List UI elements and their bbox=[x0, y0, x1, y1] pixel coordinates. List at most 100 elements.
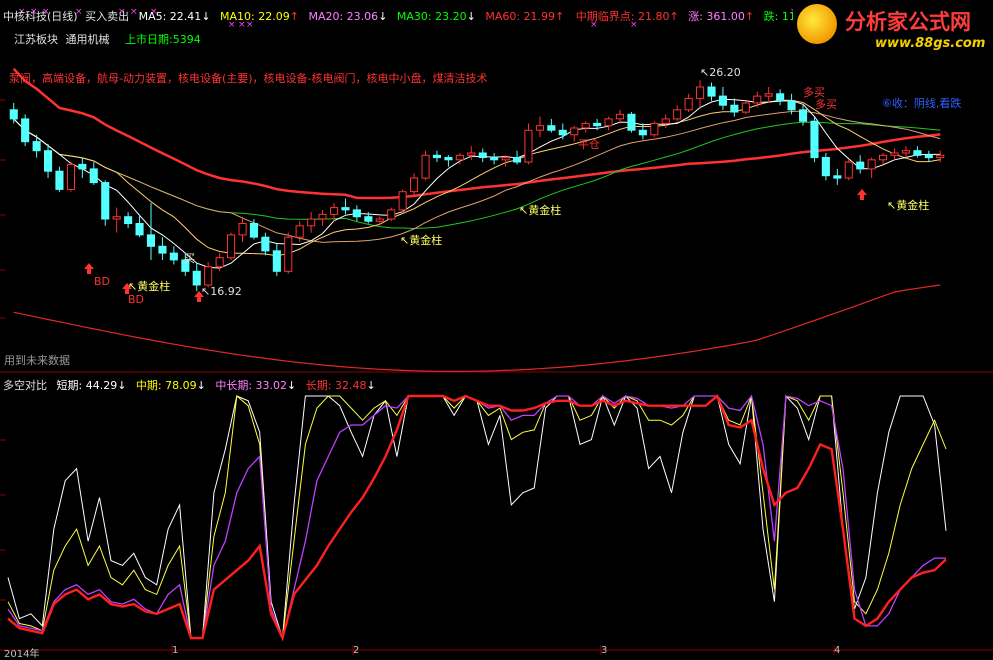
candle-body bbox=[753, 95, 762, 104]
ma30-line bbox=[13, 118, 941, 230]
short-arrow: ↓ bbox=[117, 379, 127, 392]
candle-body bbox=[238, 223, 247, 236]
candle-body bbox=[467, 152, 476, 156]
candle-body bbox=[581, 122, 590, 129]
listing-label: 上市日期:5394 bbox=[125, 33, 201, 46]
sector-label: 江苏板块 bbox=[14, 33, 58, 46]
buy-arrow-icon bbox=[84, 263, 94, 274]
signal-note: ⑥收：阴线,看跌 bbox=[882, 97, 962, 110]
candle-body bbox=[615, 113, 625, 120]
candle-body bbox=[307, 218, 316, 227]
candle-body bbox=[810, 120, 819, 159]
ma30-arrow: ↓ bbox=[466, 10, 476, 23]
candle-body bbox=[21, 118, 30, 143]
candle-body bbox=[535, 125, 545, 131]
candle-body bbox=[192, 270, 201, 286]
candle-body bbox=[867, 159, 876, 170]
gold-bar-label-1: ↖黄金柱 bbox=[128, 278, 170, 294]
candle-body bbox=[627, 113, 636, 131]
price-chart: ×××××××××××××××××× bbox=[0, 7, 993, 655]
lower-pane-header: 多空对比 短期: 44.29↓ 中期: 78.09↓ 中长期: 33.02↓ 长… bbox=[3, 377, 376, 393]
candle-body bbox=[924, 154, 933, 159]
candle-body bbox=[444, 157, 453, 161]
midlong-term-value: 中长期: 33.02 bbox=[215, 379, 288, 392]
logo-icon bbox=[797, 4, 837, 44]
rise-arrow: ↑ bbox=[744, 10, 755, 23]
candle-body bbox=[558, 129, 567, 136]
buy-signal: 买 bbox=[184, 252, 195, 265]
candle-body bbox=[375, 218, 384, 222]
concept-tags: 泵阀，高端设备，航母-动力装置，核电设备(主要)，核电设备-核电阀门，核电中小盘… bbox=[9, 72, 488, 85]
midlong-arrow: ↓ bbox=[287, 379, 297, 392]
candle-body bbox=[272, 250, 281, 272]
low-arrow: ↖ bbox=[201, 285, 211, 298]
candle-body bbox=[284, 236, 293, 272]
axis-month-1: 1 bbox=[172, 645, 179, 656]
ma20-value: MA20: 23.06 bbox=[308, 10, 379, 23]
candle-body bbox=[547, 125, 556, 131]
candle-body bbox=[741, 102, 750, 113]
bd-label-2: BD bbox=[128, 293, 145, 306]
candle-body bbox=[432, 154, 441, 159]
ma10-arrow: ↑ bbox=[289, 10, 299, 23]
candle-body bbox=[101, 182, 110, 220]
candle-body bbox=[604, 118, 613, 127]
future-data-note: 用到未来数据 bbox=[4, 354, 70, 367]
ma10-value: MA10: 22.09 bbox=[220, 10, 290, 23]
indicator-name[interactable]: 买入卖出 bbox=[85, 10, 129, 23]
mid-arrow: ↓ bbox=[196, 379, 206, 392]
candle-body bbox=[856, 161, 865, 170]
low-price-label: ↖16.92 bbox=[201, 285, 242, 298]
high-price-value: 26.20 bbox=[709, 66, 741, 79]
axis-year-label: 2014年 bbox=[4, 649, 40, 660]
candle-body bbox=[215, 257, 224, 268]
candle-body bbox=[650, 122, 659, 136]
candle-body bbox=[501, 157, 510, 161]
axis-month-2: 2 bbox=[353, 645, 360, 656]
candle-body bbox=[398, 191, 407, 211]
candle-body bbox=[124, 216, 133, 224]
candle-body bbox=[227, 234, 236, 259]
gold-bar-label-2: ↖黄金柱 bbox=[400, 232, 442, 248]
watermark-url: www.88gs.com bbox=[875, 36, 986, 51]
stock-title[interactable]: 中核科技(日线) bbox=[3, 10, 78, 23]
gold-text: 黄金柱 bbox=[409, 234, 443, 247]
candle-body bbox=[661, 118, 670, 124]
candle-body bbox=[146, 234, 155, 247]
candle-body bbox=[879, 154, 888, 161]
ma5-value: MA5: 22.41 bbox=[138, 10, 202, 23]
candle-body bbox=[341, 207, 350, 211]
ma60-arrow: ↑ bbox=[555, 10, 565, 23]
high-arrow: ↖ bbox=[700, 66, 710, 79]
site-watermark: 分析家公式网 www.88gs.com bbox=[793, 0, 993, 60]
gold-text: 黄金柱 bbox=[528, 204, 562, 217]
bd-label-1: BD bbox=[94, 275, 111, 288]
candle-body bbox=[387, 209, 396, 220]
low-price-value: 16.92 bbox=[210, 285, 242, 298]
candle-body bbox=[89, 168, 98, 184]
axis-month-4: 4 bbox=[834, 645, 841, 656]
gold-arrow: ↖ bbox=[519, 204, 529, 217]
candle-body bbox=[936, 154, 945, 159]
candle-body bbox=[261, 236, 270, 252]
lower-title[interactable]: 多空对比 bbox=[3, 379, 47, 392]
candle-body bbox=[890, 152, 899, 156]
candle-body bbox=[55, 170, 64, 190]
candle-body bbox=[32, 141, 41, 152]
oscillator-mid-line bbox=[7, 395, 947, 640]
candle-body bbox=[66, 163, 76, 190]
candle-body bbox=[799, 109, 808, 122]
candle-body bbox=[204, 266, 213, 286]
chart-header: 中核科技(日线) 买入卖出 MA5: 22.41↓ MA10: 22.09↑ M… bbox=[3, 8, 827, 24]
candle-body bbox=[718, 95, 728, 106]
close-position-signal: 平仓 bbox=[578, 138, 600, 151]
long-term-value: 长期: 32.48 bbox=[305, 379, 367, 392]
candle-body bbox=[787, 100, 796, 111]
candle-body bbox=[524, 129, 533, 163]
gold-arrow: ↖ bbox=[400, 234, 410, 247]
gold-text: 黄金柱 bbox=[137, 280, 171, 293]
ma20-arrow: ↓ bbox=[378, 10, 388, 23]
candle-body bbox=[318, 213, 327, 220]
candle-body bbox=[684, 97, 693, 111]
candle-body bbox=[730, 104, 739, 113]
